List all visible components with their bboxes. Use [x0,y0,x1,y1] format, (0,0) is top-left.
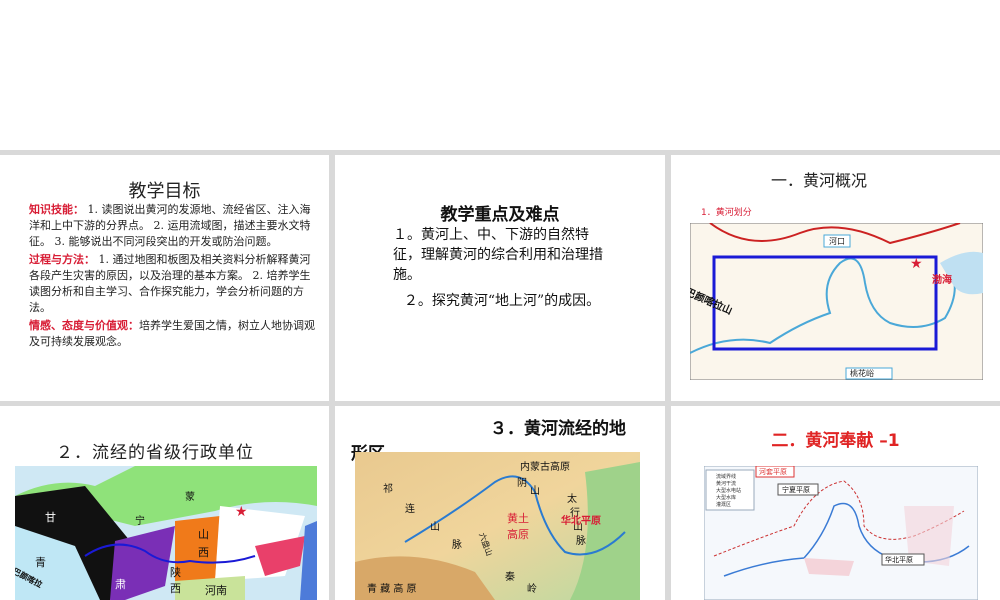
slide-title: ３．黄河流经的地 [490,419,626,439]
taohuayu-label: 桃花峪 [850,368,874,378]
ling-label: 岭 [527,582,537,595]
slide-subtitle: 1．黄河划分 [701,208,752,218]
hetao-label: 河套平原 [759,467,787,476]
mai-label: 脉 [452,538,462,551]
slide-thumbnail-2[interactable]: 教学重点及难点 １。黄河上、中、下游的自然特征，理解黄河的综合利用和治理措施。 … [335,155,665,401]
slide-thumbnail-3[interactable]: 一．黄河概况 1．黄河划分 ★ 河口 桃花峪 渤海 巴颜喀拉山 [671,155,1000,401]
shan-label-2: 山 [430,521,440,533]
qingzang-label: 青 藏 高 原 [367,582,417,595]
key-points-text: １。黄河上、中、下游的自然特征，理解黄河的综合利用和治理措施。 ２。探究黄河“地… [393,225,611,317]
legend-reservoir: 大型水库 [716,494,736,501]
lian-label: 连 [405,502,415,515]
province-map: ★ 甘 青 肃 陕 西 山 西 河南 宁 蒙 巴颜喀拉 [15,466,317,600]
shan-label: 山 [198,528,209,541]
slide-title: ２．流经的省级行政单位 [56,443,254,463]
tai-label: 太 [567,492,577,505]
yin-label: 阴 [517,477,527,489]
svg-text:★: ★ [910,256,923,272]
henan-label: 河南 [205,584,227,597]
huabei-label: 华北平原 [885,555,913,564]
svg-text:★: ★ [235,504,248,520]
slide-title: 教学重点及难点 [440,205,560,225]
qin-label: 秦 [505,570,515,583]
slide-thumbnail-5[interactable]: ３．黄河流经的地 形区 内蒙古高原 阴 山 祁 连 山 脉 太 行 山 脉 黄土… [335,406,665,600]
mai-label-2: 脉 [576,534,586,547]
slide-title: 二．黄河奉献 –1 [771,431,900,451]
shan-label-1: 山 [530,485,540,497]
shaan-label: 陕 [170,565,181,579]
gaoyuan-label: 高原 [507,527,529,541]
key-point-1: １。黄河上、中、下游的自然特征，理解黄河的综合利用和治理措施。 [393,227,603,283]
neimenggu-label: 内蒙古高原 [520,460,570,473]
qi-label: 祁 [383,482,393,495]
huabei-label: 华北平原 [561,514,601,527]
legend-mainstream: 黄河干流 [716,480,736,487]
hekou-label: 河口 [829,236,845,246]
huangtu-label: 黄土 [507,511,529,525]
knowledge-label: 知识技能： [29,203,84,216]
slide-thumbnail-6[interactable]: 二．黄河奉献 –1 流域界线 黄河干流 大型水电站 大型水库 灌溉区 河套平原 … [671,406,1000,600]
bohai-label: 渤海 [932,273,952,286]
key-point-2: ２。探究黄河“地上河”的成因。 [403,293,601,309]
terrain-map: 内蒙古高原 阴 山 祁 连 山 脉 太 行 山 脉 黄土 高原 华北平原 六盘山… [355,452,640,600]
gan-label: 甘 [45,511,56,524]
benefit-map: 流域界线 黄河干流 大型水电站 大型水库 灌溉区 河套平原 宁夏平原 华北平原 [704,466,978,600]
objectives-text: 知识技能： 1. 读图说出黄河的发源地、流经省区、注入海洋和上中下游的分界点。 … [29,202,319,352]
legend-hydro: 大型水电站 [716,487,741,494]
qing-label: 青 [35,556,46,569]
top-blank-area [0,0,1000,150]
yellow-river-division-map: ★ 河口 桃花峪 渤海 巴颜喀拉山 [690,223,983,380]
slide-thumbnail-1[interactable]: 教学目标 知识技能： 1. 读图说出黄河的发源地、流经省区、注入海洋和上中下游的… [0,155,329,401]
meng-label: 蒙 [185,490,195,503]
slide-title: 教学目标 [128,181,201,202]
slide-thumbnail-4[interactable]: ２．流经的省级行政单位 ★ 甘 青 肃 陕 西 山 西 河南 宁 蒙 巴颜喀拉 [0,406,329,600]
legend-irrigation: 灌溉区 [716,501,731,508]
xi-label: 西 [170,582,181,595]
xi2-label: 西 [198,546,209,559]
legend-boundary: 流域界线 [716,473,736,480]
slide-title: 一．黄河概况 [771,171,868,190]
emotion-label: 情感、态度与价值观： [29,319,139,332]
ningxia-label: 宁夏平原 [782,485,810,494]
ning-label: 宁 [135,514,145,527]
su-label: 肃 [115,578,126,591]
process-label: 过程与方法： [29,253,95,266]
